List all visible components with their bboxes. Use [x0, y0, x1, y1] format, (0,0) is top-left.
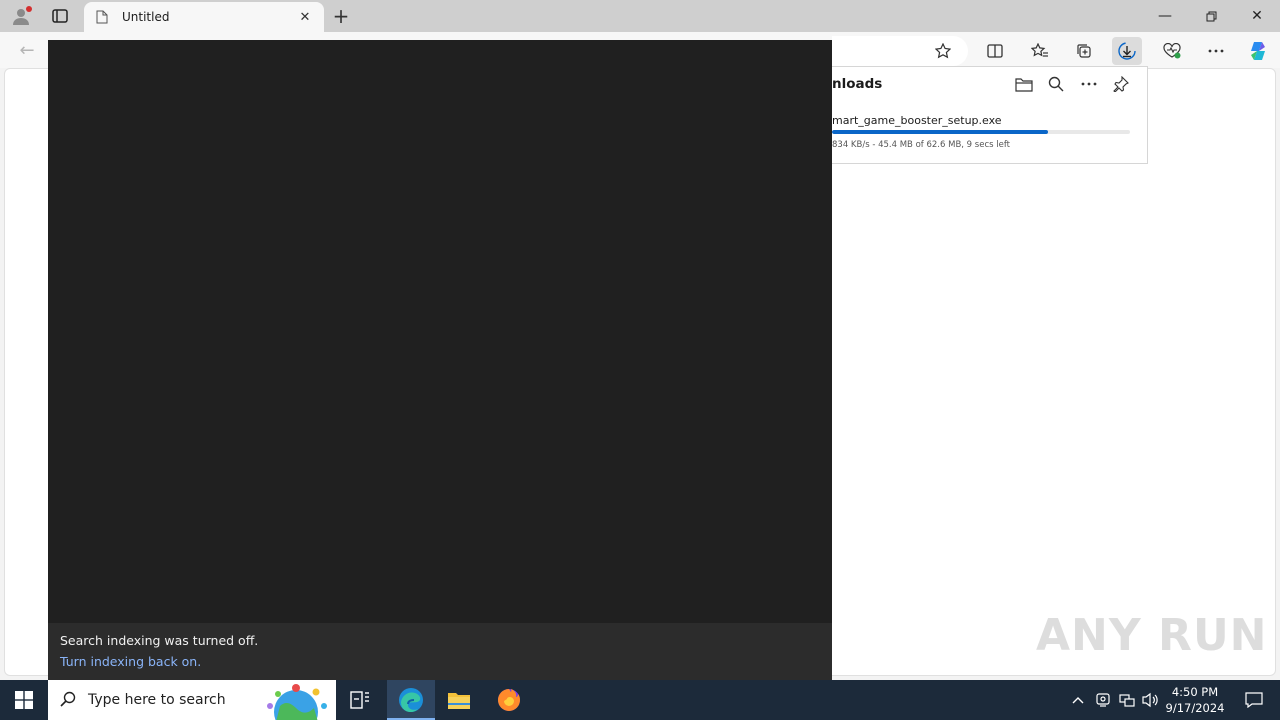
windows-search-panel: Search indexing was turned off. Turn ind…	[48, 40, 832, 680]
favorites-icon[interactable]	[1025, 37, 1055, 65]
browser-tab-bar: Untitled ✕ + — ✕	[0, 0, 1280, 32]
turn-indexing-on-link[interactable]: Turn indexing back on.	[60, 654, 201, 669]
favorite-star-icon[interactable]	[928, 37, 958, 65]
download-status: 834 KB/s - 45.4 MB of 62.6 MB, 9 secs le…	[832, 140, 1011, 150]
edge-icon[interactable]	[387, 680, 435, 720]
tab-title: Untitled	[122, 10, 170, 24]
chevron-up-icon[interactable]	[1066, 680, 1090, 720]
restore-icon[interactable]	[1188, 0, 1234, 32]
notice-text: Search indexing was turned off.	[60, 633, 259, 648]
pin-icon[interactable]	[1108, 73, 1134, 95]
folder-icon[interactable]	[1011, 73, 1037, 95]
page-icon	[94, 9, 110, 25]
search-indexing-notice: Search indexing was turned off. Turn ind…	[48, 623, 832, 680]
close-window-icon[interactable]: ✕	[1234, 0, 1280, 32]
profile-alert-dot	[26, 6, 32, 12]
windows-start-icon[interactable]	[0, 680, 48, 720]
copilot-icon[interactable]	[1243, 37, 1273, 65]
file-explorer-icon[interactable]	[435, 680, 483, 720]
split-screen-icon[interactable]	[980, 37, 1010, 65]
more-options-icon[interactable]	[1076, 73, 1102, 95]
back-icon[interactable]: ←	[14, 38, 40, 62]
more-icon[interactable]	[1201, 37, 1231, 65]
downloads-title: nloads	[832, 76, 883, 92]
task-view-icon[interactable]	[336, 680, 384, 720]
clock-date: 9/17/2024	[1165, 701, 1225, 715]
minimize-icon[interactable]: —	[1142, 0, 1188, 32]
collections-icon[interactable]	[1069, 37, 1099, 65]
download-progress-bar	[832, 130, 1130, 134]
search-icon[interactable]	[1043, 73, 1069, 95]
anyrun-watermark: ANY RUN	[1036, 610, 1268, 661]
taskbar-clock[interactable]: 4:50 PM 9/17/2024	[1160, 684, 1230, 716]
downloads-flyout: nloads mart_game_booster_setup.exe 834 K…	[832, 66, 1148, 164]
download-progress-fill	[832, 130, 1049, 134]
clock-time: 4:50 PM	[1171, 685, 1219, 699]
meet-now-icon[interactable]	[1091, 680, 1115, 720]
network-icon[interactable]	[1115, 680, 1139, 720]
taskbar-search-box[interactable]: Type here to search	[48, 680, 336, 720]
profile-icon[interactable]	[8, 4, 34, 28]
tab-actions-icon[interactable]	[48, 6, 72, 26]
download-file-name[interactable]: mart_game_booster_setup.exe	[832, 114, 1002, 127]
notification-icon[interactable]	[1234, 680, 1274, 720]
downloads-icon[interactable]	[1112, 37, 1142, 65]
search-icon	[60, 691, 76, 710]
close-icon[interactable]: ✕	[296, 8, 314, 26]
taskbar-search-placeholder: Type here to search	[88, 692, 226, 708]
browser-tab[interactable]: Untitled ✕	[84, 2, 324, 32]
search-highlight-icon	[256, 680, 336, 720]
taskbar: Type here to search 4:50 PM 9/17/2024	[0, 680, 1280, 720]
browser-essentials-icon[interactable]	[1157, 37, 1187, 65]
firefox-icon[interactable]	[485, 680, 533, 720]
new-tab-button[interactable]: +	[330, 4, 352, 28]
